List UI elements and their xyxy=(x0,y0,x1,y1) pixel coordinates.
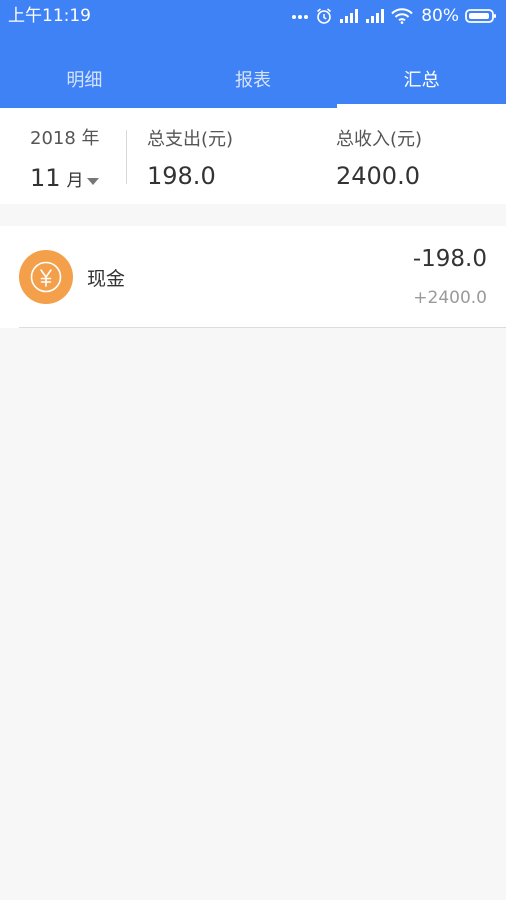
month-picker[interactable]: 11 月 xyxy=(30,164,99,196)
row-divider xyxy=(19,327,506,328)
more-dots-icon xyxy=(291,12,309,20)
tab-reports[interactable]: 报表 xyxy=(169,50,338,108)
account-income: +2400.0 xyxy=(413,288,487,308)
vertical-divider xyxy=(126,130,127,184)
account-expense: -198.0 xyxy=(412,246,487,272)
tab-bar: 明细 报表 汇总 xyxy=(0,50,506,108)
app-header: 上午11:19 80% 明细 报表 汇总 xyxy=(0,0,506,108)
total-expense-label: 总支出(元) xyxy=(147,129,234,150)
battery-percent: 80% xyxy=(421,6,459,26)
total-income-label: 总收入(元) xyxy=(336,129,423,150)
summary-panel: 2018 年 11 月 总支出(元) 198.0 总收入(元) 2400.0 xyxy=(0,108,506,204)
wifi-icon xyxy=(391,8,413,24)
status-bar: 上午11:19 80% xyxy=(0,0,506,32)
yen-icon xyxy=(19,250,73,304)
signal-icon xyxy=(365,8,385,24)
month-value: 11 xyxy=(30,164,61,192)
status-icons: 80% xyxy=(291,4,497,28)
month-unit: 月 xyxy=(66,171,84,191)
tab-details[interactable]: 明细 xyxy=(0,50,169,108)
alarm-icon xyxy=(315,7,333,25)
battery-icon xyxy=(465,8,497,24)
total-income-value: 2400.0 xyxy=(336,162,420,190)
account-name: 现金 xyxy=(87,268,126,290)
caret-down-icon xyxy=(86,177,99,185)
account-row-cash[interactable]: 现金 -198.0 +2400.0 xyxy=(0,226,506,328)
total-expense-value: 198.0 xyxy=(147,162,216,190)
tab-summary[interactable]: 汇总 xyxy=(337,50,506,108)
year-label: 2018 年 xyxy=(30,128,100,149)
status-time: 上午11:19 xyxy=(8,6,91,26)
signal-icon xyxy=(339,8,359,24)
